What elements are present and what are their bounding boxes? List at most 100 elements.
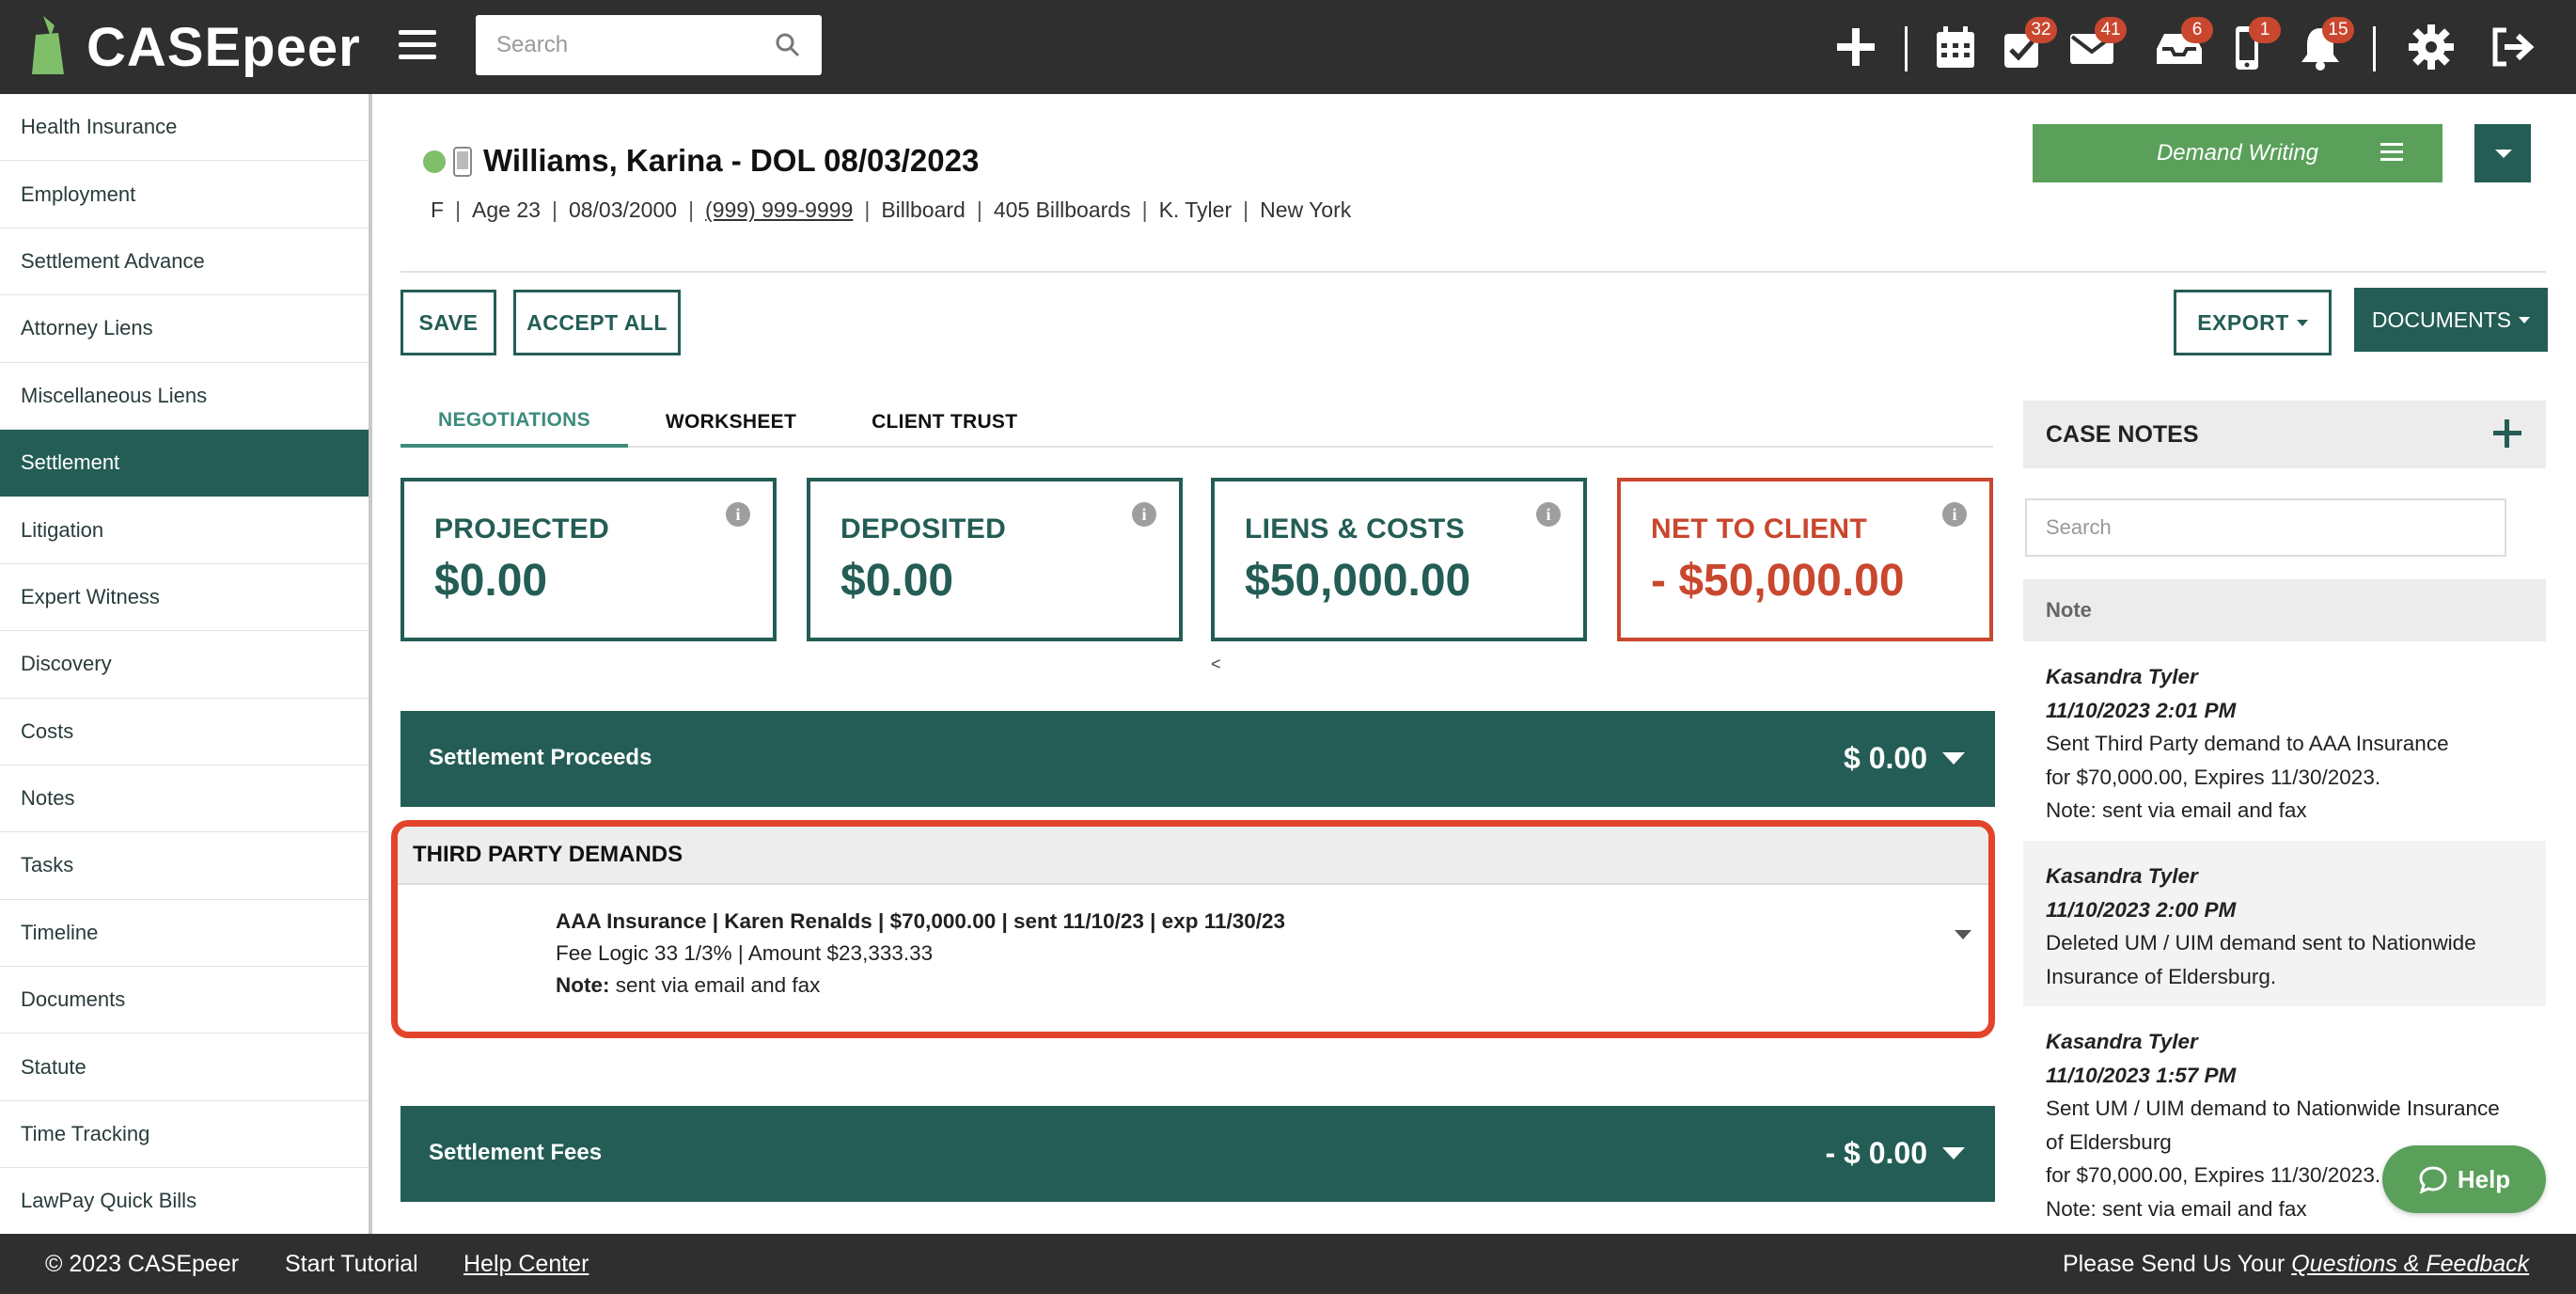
note-text: sent via email and fax: [609, 973, 821, 997]
notes-search-input[interactable]: [2025, 498, 2506, 557]
sidebar-item-statute[interactable]: Statute: [0, 1034, 369, 1101]
panel-amount: - $ 0.00: [1825, 1136, 1927, 1170]
case-notes-header: CASE NOTES: [2023, 401, 2546, 468]
sidebar-item-tasks[interactable]: Tasks: [0, 832, 369, 900]
chevron-down-icon[interactable]: [1955, 930, 1971, 939]
logout-icon[interactable]: [2486, 21, 2538, 73]
help-button[interactable]: Help: [2382, 1145, 2546, 1213]
bell-icon[interactable]: 15: [2294, 17, 2354, 73]
info-icon[interactable]: i: [726, 502, 750, 527]
export-button[interactable]: EXPORT: [2174, 290, 2332, 355]
sidebar-item-costs[interactable]: Costs: [0, 699, 369, 765]
note-author: Kasandra Tyler: [2046, 864, 2198, 888]
case-phone-link[interactable]: (999) 999-9999: [705, 197, 853, 223]
footer-copyright: © 2023 CASEpeer: [45, 1251, 240, 1277]
stat-value: $0.00: [840, 556, 954, 606]
menu-toggle-icon[interactable]: [399, 30, 436, 64]
case-source: Billboard: [881, 197, 966, 222]
note-label: Note:: [556, 973, 610, 997]
note-line: Sent Third Party demand to AAA Insurance: [2046, 732, 2449, 755]
search-icon[interactable]: [775, 32, 801, 58]
accept-all-button[interactable]: ACCEPT ALL: [513, 290, 681, 355]
stat-value: $0.00: [434, 556, 548, 606]
sidebar-item-lawpay-quick-bills[interactable]: LawPay Quick Bills: [0, 1168, 369, 1236]
info-icon[interactable]: i: [1942, 502, 1967, 527]
sidebar-item-attorney-liens[interactable]: Attorney Liens: [0, 295, 369, 363]
sidebar-item-discovery[interactable]: Discovery: [0, 631, 369, 699]
sidebar-item-time-tracking[interactable]: Time Tracking: [0, 1101, 369, 1169]
sidebar: Health Insurance Employment Settlement A…: [0, 94, 372, 1236]
demand-dropdown-toggle[interactable]: [2474, 124, 2531, 182]
case-source-detail: 405 Billboards: [993, 197, 1131, 222]
note-entry: Kasandra Tyler 11/10/2023 2:01 PM Sent T…: [2023, 641, 2546, 841]
add-icon[interactable]: [1830, 21, 1882, 73]
note-author: Kasandra Tyler: [2046, 665, 2198, 688]
info-icon[interactable]: i: [1536, 502, 1561, 527]
note-time: 11/10/2023 2:00 PM: [2046, 897, 2237, 922]
sidebar-item-timeline[interactable]: Timeline: [0, 900, 369, 968]
documents-button[interactable]: DOCUMENTS: [2354, 288, 2548, 352]
inbox-icon[interactable]: 6: [2153, 17, 2213, 73]
save-button[interactable]: SAVE: [401, 290, 496, 355]
settlement-proceeds-panel[interactable]: Settlement Proceeds $ 0.00: [401, 711, 1995, 807]
sidebar-item-settlement-advance[interactable]: Settlement Advance: [0, 229, 369, 296]
case-age: Age 23: [472, 197, 541, 222]
settlement-fees-panel[interactable]: Settlement Fees - $ 0.00: [401, 1106, 1995, 1202]
sidebar-item-employment[interactable]: Employment: [0, 161, 369, 229]
documents-label: DOCUMENTS: [2371, 307, 2512, 332]
sidebar-item-settlement[interactable]: Settlement: [0, 429, 369, 497]
stat-label: NET TO CLIENT: [1651, 513, 1868, 544]
sidebar-item-miscellaneous-liens[interactable]: Miscellaneous Liens: [0, 363, 369, 430]
stat-card-liens-costs: LIENS & COSTS $50,000.00 i: [1211, 478, 1587, 641]
chevron-down-icon[interactable]: [1942, 1147, 1965, 1160]
stat-value: $50,000.00: [1245, 556, 1471, 606]
info-icon[interactable]: i: [1132, 502, 1156, 527]
case-gender: F: [431, 197, 445, 222]
tab-negotiations[interactable]: NEGOTIATIONS: [401, 397, 628, 448]
tasks-badge: 32: [2025, 17, 2057, 43]
mail-icon[interactable]: 41: [2066, 17, 2127, 73]
feedback-text: Please Send Us Your Questions & Feedback: [2063, 1251, 2529, 1278]
add-note-icon[interactable]: [2493, 419, 2521, 448]
gear-icon[interactable]: [2405, 21, 2458, 73]
help-label: Help: [2457, 1164, 2511, 1193]
case-title: Williams, Karina - DOL 08/03/2023: [483, 143, 980, 178]
stat-label: DEPOSITED: [840, 513, 1007, 544]
topbar-divider: [1905, 26, 1908, 71]
sidebar-item-litigation[interactable]: Litigation: [0, 497, 369, 564]
sidebar-item-expert-witness[interactable]: Expert Witness: [0, 564, 369, 632]
tasks-icon[interactable]: 32: [1997, 17, 2057, 73]
sidebar-item-documents[interactable]: Documents: [0, 967, 369, 1034]
tab-worksheet[interactable]: WORKSHEET: [628, 397, 834, 448]
note-time: 11/10/2023 1:57 PM: [2046, 1063, 2237, 1087]
caret-down-icon: [2296, 319, 2308, 326]
list-menu-icon: [2380, 143, 2403, 166]
inbox-badge: 6: [2181, 17, 2213, 43]
note-time: 11/10/2023 2:01 PM: [2046, 698, 2237, 722]
panel-label: Settlement Proceeds: [429, 745, 652, 770]
chevron-down-icon[interactable]: [1942, 752, 1965, 765]
stat-label: LIENS & COSTS: [1245, 513, 1465, 544]
help-center-link[interactable]: Help Center: [463, 1251, 589, 1278]
global-search-input[interactable]: [476, 15, 748, 75]
carousel-prev-arrow[interactable]: <: [1211, 655, 1221, 674]
global-search: [476, 15, 822, 75]
third-party-demands-section: THIRD PARTY DEMANDS AAA Insurance | Kare…: [391, 820, 1995, 1038]
sidebar-item-health-insurance[interactable]: Health Insurance: [0, 94, 369, 162]
case-notes-title: CASE NOTES: [2046, 420, 2199, 448]
calendar-icon[interactable]: [1929, 21, 1982, 73]
start-tutorial-link[interactable]: Start Tutorial: [285, 1251, 418, 1278]
case-dob: 08/03/2000: [568, 197, 678, 222]
sidebar-item-notes[interactable]: Notes: [0, 765, 369, 833]
stat-card-deposited: DEPOSITED $0.00 i: [807, 478, 1183, 641]
logo[interactable]: CASEpeer: [26, 11, 361, 83]
demand-writing-button[interactable]: Demand Writing: [2033, 124, 2442, 182]
note-line: for $70,000.00, Expires 11/30/2023.: [2046, 765, 2381, 789]
tab-client-trust[interactable]: CLIENT TRUST: [834, 397, 1055, 448]
note-line: Insurance of Eldersburg.: [2046, 964, 2277, 988]
feedback-link[interactable]: Questions & Feedback: [2291, 1251, 2529, 1277]
case-location: New York: [1260, 197, 1352, 222]
mobile-icon[interactable]: 1: [2221, 17, 2281, 73]
bell-badge: 15: [2322, 17, 2354, 43]
note-entry: Kasandra Tyler 11/10/2023 2:00 PM Delete…: [2023, 841, 2546, 1006]
